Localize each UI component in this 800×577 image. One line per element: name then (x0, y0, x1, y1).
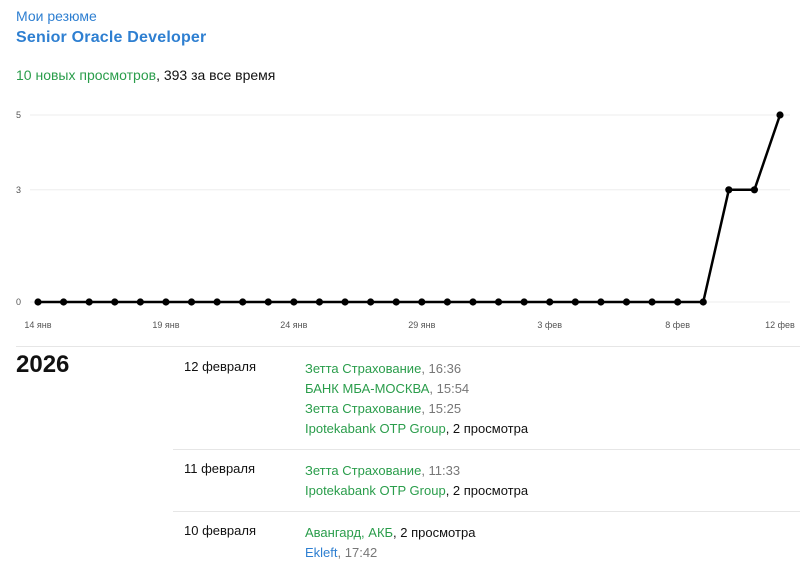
data-point (111, 298, 119, 306)
company-link[interactable]: Авангард, АКБ (305, 525, 393, 540)
resume-title[interactable]: Senior Oracle Developer (16, 29, 206, 47)
view-entry: Зетта Страхование, 15:25 (305, 399, 528, 419)
views-chart: 0 3 5 14 янв 19 янв 24 янв 29 янв 3 фев 8 фев 12 … (16, 110, 795, 330)
data-point (213, 298, 221, 306)
new-views-count: 10 новых просмотров (16, 67, 157, 83)
data-point (315, 298, 324, 306)
data-point (494, 298, 503, 306)
company-link[interactable]: Зетта Страхование (305, 361, 421, 376)
view-time: 17:42 (344, 545, 378, 560)
day-date: 12 февраля (184, 359, 256, 374)
data-point (648, 298, 656, 306)
view-count: 2 просмотра (400, 525, 476, 540)
entry-separator: , (421, 361, 429, 376)
view-entry: БАНК МБА-МОСКВА, 15:54 (305, 379, 528, 399)
data-point (290, 298, 298, 306)
data-point (776, 111, 784, 119)
x-tick-label: 8 фев (665, 320, 690, 330)
view-entry: Зетта Страхование, 11:33 (305, 461, 528, 481)
data-point (699, 298, 707, 306)
view-entries: Авангард, АКБ, 2 просмотра Ekleft, 17:42 (305, 523, 475, 563)
data-point (367, 298, 375, 306)
company-link[interactable]: Ipotekabank OTP Group (305, 421, 446, 436)
view-entries: Зетта Страхование, 11:33 Ipotekabank OTP … (305, 461, 528, 501)
data-point (34, 298, 42, 306)
views-summary: 10 новых просмотров, 393 за все время (16, 67, 275, 83)
entry-separator: , (421, 463, 429, 478)
data-point (571, 298, 579, 306)
day-date: 10 февраля (184, 523, 256, 538)
view-time: 16:36 (428, 361, 462, 376)
company-link[interactable]: Зетта Страхование (305, 401, 421, 416)
y-tick-label: 0 (16, 297, 21, 307)
views-separator: , (156, 67, 164, 83)
x-tick-label: 29 янв (408, 320, 435, 330)
view-entry: Авангард, АКБ, 2 просмотра (305, 523, 475, 543)
entry-separator: , (445, 421, 453, 436)
data-point (59, 298, 68, 306)
data-point (85, 298, 93, 306)
x-tick-label: 12 фев (765, 320, 795, 330)
series-line (38, 114, 782, 304)
data-point (418, 298, 426, 306)
data-point (162, 298, 170, 306)
data-point (443, 298, 451, 306)
day-group: 12 февраля Зетта Страхование, 16:36 БАНК М… (173, 347, 800, 449)
entry-separator: , (445, 483, 453, 498)
view-entry: Зетта Страхование, 16:36 (305, 359, 528, 379)
data-point (239, 298, 247, 306)
company-link[interactable]: БАНК МБА-МОСКВА (305, 381, 429, 396)
total-views-count: 393 за все время (163, 67, 276, 83)
view-entry: Ipotekabank OTP Group, 2 просмотра (305, 419, 528, 439)
view-time: 15:54 (436, 381, 470, 396)
company-link[interactable]: Ekleft (305, 545, 338, 560)
y-tick-label: 5 (16, 110, 21, 120)
data-point (674, 298, 682, 306)
view-time: 15:25 (428, 401, 462, 416)
view-entries: Зетта Страхование, 16:36 БАНК МБА-МОСКВА,… (305, 359, 528, 439)
data-point (187, 298, 196, 306)
view-entry: Ipotekabank OTP Group, 2 просмотра (305, 481, 528, 501)
x-tick-label: 19 янв (152, 320, 179, 330)
data-point (725, 186, 733, 194)
x-tick-label: 14 янв (24, 320, 51, 330)
y-tick-label: 3 (16, 185, 21, 195)
history-year: 2026 (16, 351, 70, 378)
data-point (341, 298, 349, 306)
x-tick-label: 3 фев (537, 320, 562, 330)
data-point (264, 298, 272, 306)
breadcrumb-my-resumes[interactable]: Мои резюме (16, 8, 97, 24)
day-date: 11 февраля (184, 461, 256, 476)
view-time: 11:33 (428, 463, 461, 478)
data-point (469, 298, 477, 306)
data-point (622, 298, 631, 306)
data-point (520, 298, 528, 306)
data-point (136, 298, 144, 306)
entry-separator: , (429, 381, 437, 396)
entry-separator: , (421, 401, 429, 416)
day-group: 10 февраля Авангард, АКБ, 2 просмотра Ekle… (173, 511, 800, 577)
data-point (546, 298, 554, 306)
data-point (392, 298, 400, 306)
company-link[interactable]: Ipotekabank OTP Group (305, 483, 446, 498)
day-group: 11 февраля Зетта Страхование, 11:33 Ipotek… (173, 449, 800, 511)
x-tick-label: 24 янв (280, 320, 307, 330)
company-link[interactable]: Зетта Страхование (305, 463, 421, 478)
view-count: 2 просмотра (452, 483, 529, 498)
data-point (750, 186, 759, 194)
view-count: 2 просмотра (452, 421, 529, 436)
data-point (597, 298, 605, 306)
entry-separator: , (337, 545, 345, 560)
view-entry: Ekleft, 17:42 (305, 543, 475, 563)
